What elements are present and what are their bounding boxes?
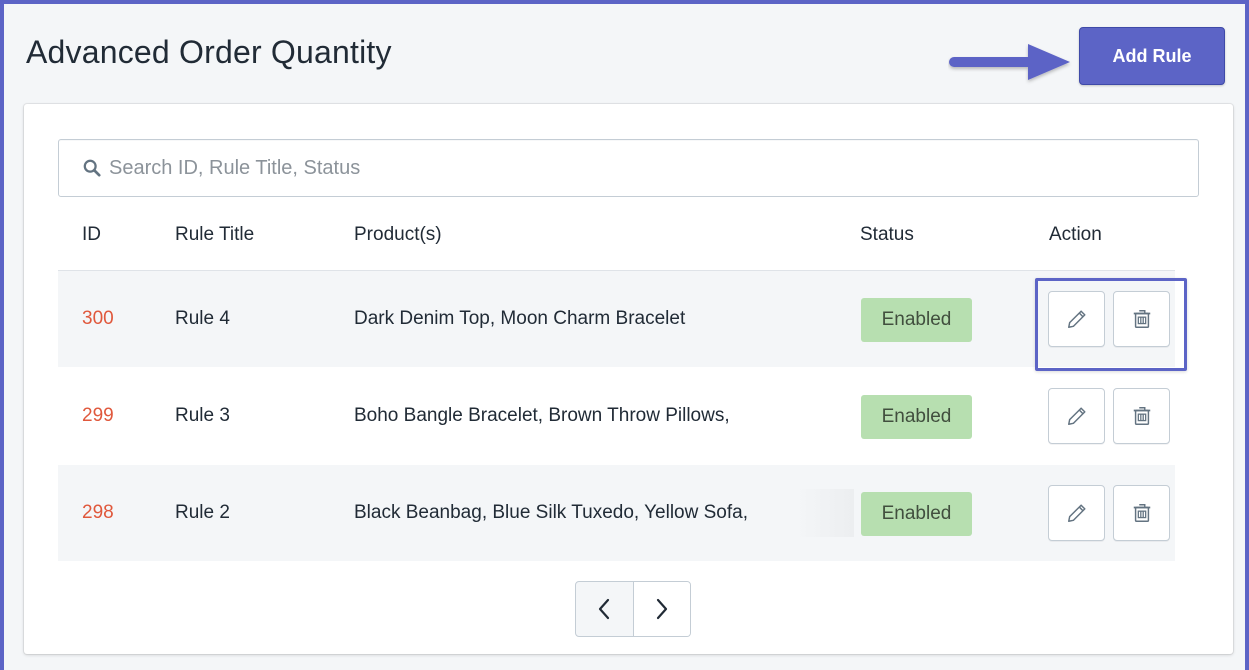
rule-products: Boho Bangle Bracelet, Brown Throw Pillow…: [354, 405, 730, 426]
rule-title: Rule 2: [175, 502, 230, 523]
status-badge: Enabled: [861, 492, 972, 536]
table-row[interactable]: 299 Rule 3 Boho Bangle Bracelet, Brown T…: [58, 368, 1175, 464]
arrow-annotation-icon: [949, 44, 1070, 80]
rule-title: Rule 3: [175, 405, 230, 426]
rule-products: Dark Denim Top, Moon Charm Bracelet: [354, 308, 686, 329]
search-icon: [83, 159, 101, 177]
table-row[interactable]: 300 Rule 4 Dark Denim Top, Moon Charm Br…: [58, 271, 1175, 367]
rule-id[interactable]: 299: [82, 405, 114, 427]
column-header-status[interactable]: Status: [860, 224, 914, 246]
edit-button[interactable]: [1048, 485, 1105, 541]
previous-page-button[interactable]: [576, 582, 633, 636]
pagination: [575, 581, 691, 637]
column-header-action: Action: [1049, 224, 1102, 245]
search-input[interactable]: [107, 155, 1011, 181]
rule-id[interactable]: 300: [82, 308, 114, 330]
rules-card: ID Rule Title Product(s) Status Action 3…: [24, 104, 1233, 654]
page-title: Advanced Order Quantity: [26, 34, 392, 70]
trash-icon: [1133, 407, 1150, 425]
trash-icon: [1133, 504, 1150, 522]
rule-id[interactable]: 298: [82, 502, 114, 524]
add-rule-button[interactable]: Add Rule: [1079, 27, 1225, 85]
table-row[interactable]: 298 Rule 2 Black Beanbag, Blue Silk Tuxe…: [58, 465, 1175, 561]
search-field[interactable]: [58, 139, 1199, 197]
pencil-icon: [1067, 407, 1086, 425]
status-badge: Enabled: [861, 298, 972, 342]
text-fade-overlay: [796, 489, 854, 537]
rule-products: Black Beanbag, Blue Silk Tuxedo, Yellow …: [354, 502, 748, 523]
column-header-id[interactable]: ID: [82, 224, 101, 246]
action-highlight-annotation: [1035, 278, 1187, 371]
delete-button[interactable]: [1113, 485, 1170, 541]
chevron-left-icon: [599, 598, 610, 620]
rule-title: Rule 4: [175, 308, 230, 329]
edit-button[interactable]: [1048, 388, 1105, 444]
pencil-icon: [1067, 504, 1086, 522]
column-header-products[interactable]: Product(s): [354, 224, 442, 246]
column-header-rule-title[interactable]: Rule Title: [175, 224, 254, 246]
next-page-button[interactable]: [632, 582, 690, 636]
delete-button[interactable]: [1113, 388, 1170, 444]
status-badge: Enabled: [861, 395, 972, 439]
chevron-right-icon: [656, 598, 668, 620]
